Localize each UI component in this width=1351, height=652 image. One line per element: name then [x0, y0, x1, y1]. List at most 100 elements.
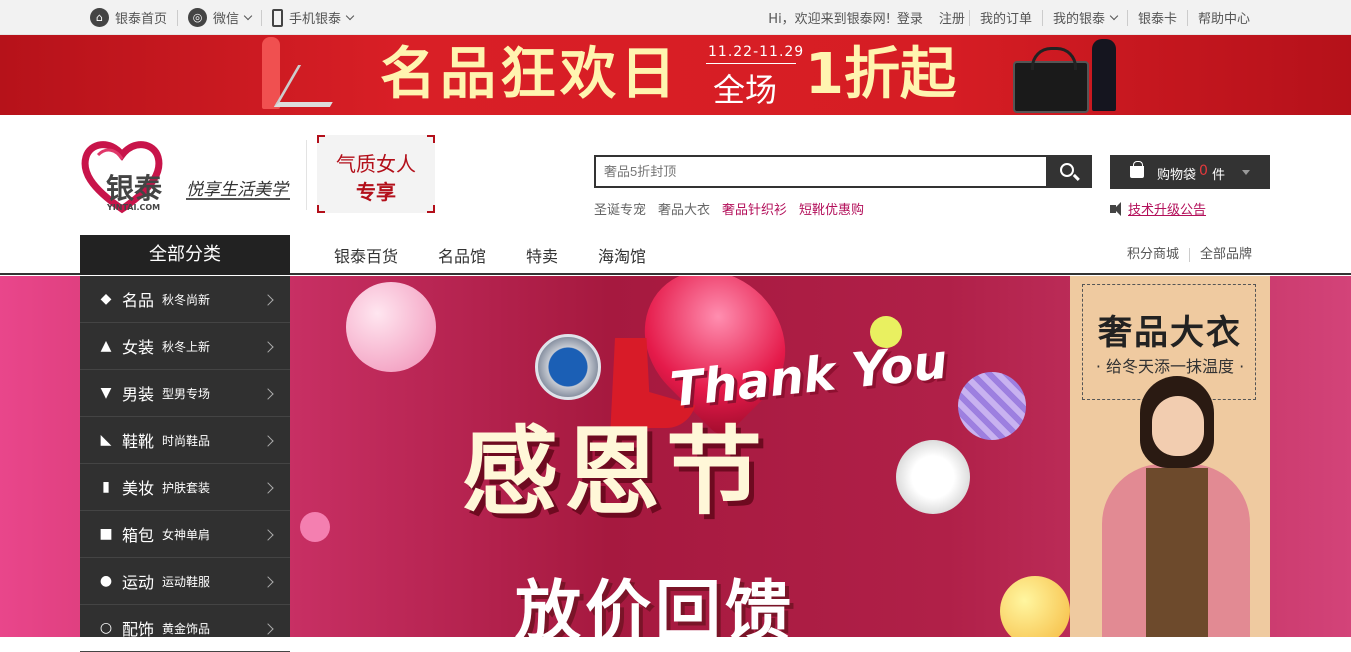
search-input[interactable] [596, 157, 1046, 186]
register-link[interactable]: 注册 [929, 10, 969, 27]
banner-all: 全场 [713, 71, 778, 109]
logo-text: 银泰 [106, 172, 163, 205]
category-item-accessories[interactable]: ○ 配饰 黄金饰品 [80, 605, 290, 652]
category-sub: 秋冬上新 [162, 339, 211, 354]
login-link[interactable]: 登录 [897, 10, 929, 27]
chevron-right-icon [262, 576, 274, 588]
diamond-icon: ◆ [100, 291, 112, 307]
all-brands-link[interactable]: 全部品牌 [1188, 248, 1262, 262]
chevron-down-icon [243, 11, 253, 20]
category-name: 配饰 [122, 620, 155, 639]
model-image [262, 37, 280, 109]
promo-banner[interactable]: 名品狂欢日 11.22-11.29 全场 1折起 [0, 35, 1351, 115]
male-model-image [1092, 39, 1116, 111]
banner-title: 名品狂欢日 [380, 42, 680, 107]
wechat-icon: ◎ [188, 8, 208, 27]
hotword-link[interactable]: 短靴优惠购 [799, 199, 864, 218]
decor-bubble [896, 440, 970, 514]
nav-item-overseas[interactable]: 海淘馆 [598, 243, 646, 267]
category-sub: 黄金饰品 [162, 621, 211, 636]
promo-line2: 专享 [356, 180, 396, 204]
chevron-right-icon [262, 341, 274, 353]
yintai-card-link[interactable]: 银泰卡 [1126, 9, 1187, 27]
search-button[interactable] [1046, 157, 1090, 186]
chevron-down-icon [1109, 11, 1119, 20]
category-item-beauty[interactable]: ▮ 美妆 护肤套装 [80, 464, 290, 511]
category-sub: 时尚鞋品 [162, 433, 211, 448]
notice-area: 技术升级公告 [1110, 199, 1206, 218]
category-item-shoes[interactable]: ◣ 鞋靴 时尚鞋品 [80, 417, 290, 464]
heel-shoe-image [273, 65, 355, 107]
category-sub: 运动鞋服 [162, 574, 211, 589]
cart-button[interactable]: 购物袋 0 件 [1110, 155, 1270, 189]
banner-date: 11.22-11.29 [708, 44, 805, 60]
top-bar-right: Hi，欢迎来到银泰网! 登录 注册 我的订单 我的银泰 银泰卡 帮助中心 [768, 0, 1260, 35]
speaker-icon [1110, 201, 1121, 216]
bag-icon: ■ [99, 526, 113, 542]
search-box [594, 155, 1092, 188]
ring-icon: ○ [99, 620, 113, 636]
category-item-bags[interactable]: ■ 箱包 女神单肩 [80, 511, 290, 558]
slogan-underline [186, 198, 290, 200]
my-yintai-label: 我的银泰 [1052, 12, 1105, 27]
cart-unit: 件 [1212, 168, 1226, 183]
hero-title: 感恩节 [462, 416, 768, 528]
category-item-sports[interactable]: ● 运动 运动鞋服 [80, 558, 290, 605]
category-name: 名品 [122, 291, 155, 310]
mobile-link[interactable]: 手机银泰 [262, 8, 363, 27]
cosmetics-icon: ▮ [102, 479, 110, 495]
category-name: 美妆 [122, 479, 155, 498]
handbag-image [1013, 47, 1089, 113]
category-item-luxury[interactable]: ◆ 名品 秋冬尚新 [80, 276, 290, 323]
watch-image [535, 334, 601, 400]
home-link[interactable]: ⌂ 银泰首页 [90, 8, 179, 27]
home-icon: ⌂ [90, 8, 109, 27]
decor-bubble [958, 372, 1026, 440]
all-categories-button[interactable]: 全部分类 [80, 235, 290, 275]
site-logo[interactable]: 银泰 YINTAI.COM 悦享生活美学 [80, 135, 300, 215]
side-ad-coat[interactable]: 奢品大衣 · 给冬天添一抹温度 · [1070, 276, 1270, 637]
category-sub: 型男专场 [162, 386, 211, 401]
decor-bubble [1000, 576, 1070, 637]
banner-divider [706, 63, 796, 64]
decor-bubble [346, 282, 436, 372]
mobile-label: 手机银泰 [289, 12, 342, 27]
hero-subtitle: 放价回馈 [515, 573, 795, 637]
shopping-bag-icon [1130, 161, 1144, 178]
promo-tile[interactable]: 气质女人 专享 [317, 135, 435, 213]
hot-search-words: 圣诞专宠 奢品大衣 奢品针织衫 短靴优惠购 [594, 199, 876, 218]
my-yintai-link[interactable]: 我的银泰 [1041, 9, 1127, 27]
wechat-link[interactable]: ◎ 微信 [178, 8, 263, 27]
hotword-link[interactable]: 圣诞专宠 [594, 199, 646, 218]
top-utility-bar: ⌂ 银泰首页 ◎ 微信 手机银泰 Hi，欢迎来到银泰网! 登录 注册 我的订单 … [0, 0, 1351, 35]
hotword-link[interactable]: 奢品针织衫 [722, 199, 787, 218]
nav-item-department-store[interactable]: 银泰百货 [334, 243, 398, 267]
hotword-link[interactable]: 奢品大衣 [658, 199, 710, 218]
chevron-right-icon [262, 482, 274, 494]
side-ad-subtitle: · 给冬天添一抹温度 · [1095, 357, 1245, 376]
nav-item-flash-sale[interactable]: 特卖 [526, 243, 558, 267]
notice-link[interactable]: 技术升级公告 [1128, 199, 1206, 218]
category-item-men[interactable]: ▼ 男装 型男专场 [80, 370, 290, 417]
nav-right-links: 积分商城 全部品牌 [1117, 235, 1262, 275]
points-mall-link[interactable]: 积分商城 [1117, 248, 1189, 262]
cart-count: 0 [1199, 163, 1208, 179]
side-ad-title: 奢品大衣 [1098, 313, 1242, 353]
nav-item-brand-hall[interactable]: 名品馆 [438, 243, 486, 267]
home-label: 银泰首页 [115, 12, 168, 27]
category-sub: 护肤套装 [162, 480, 211, 495]
search-icon [1059, 163, 1074, 177]
category-menu: ◆ 名品 秋冬尚新 ▲ 女装 秋冬上新 ▼ 男装 型男专场 ◣ 鞋靴 时尚鞋品 … [80, 276, 290, 652]
category-name: 男装 [122, 385, 155, 404]
my-orders-link[interactable]: 我的订单 [968, 9, 1042, 27]
sweater-image [1146, 468, 1208, 637]
category-item-women[interactable]: ▲ 女装 秋冬上新 [80, 323, 290, 370]
chevron-right-icon [262, 623, 274, 635]
chevron-right-icon [262, 388, 274, 400]
main-nav: 全部分类 银泰百货 名品馆 特卖 海淘馆 积分商城 全部品牌 [0, 235, 1351, 275]
model-face-image [1152, 396, 1204, 456]
wechat-label: 微信 [213, 12, 240, 27]
help-center-link[interactable]: 帮助中心 [1186, 9, 1260, 27]
caret-down-icon [1242, 170, 1250, 175]
chevron-right-icon [262, 294, 274, 306]
